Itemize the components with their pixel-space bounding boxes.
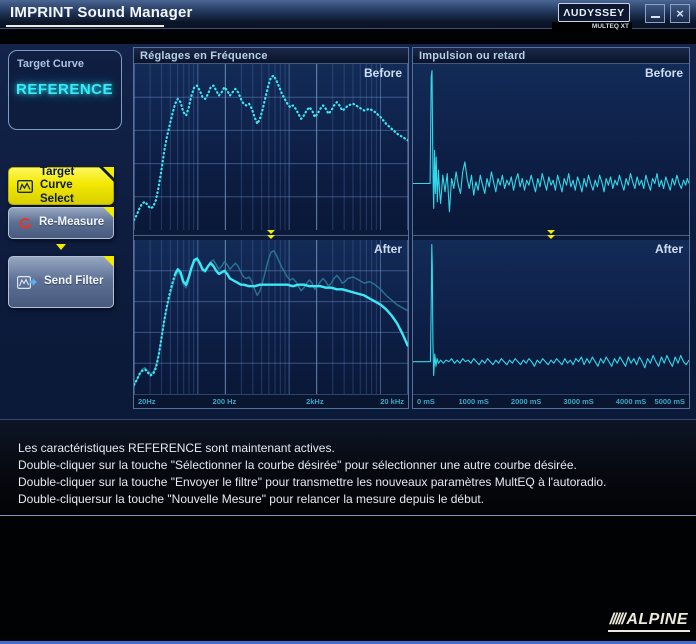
axis-tick: 3000 mS: [563, 397, 594, 406]
target-curve-select-label: Target Curve Select: [40, 166, 75, 205]
window-title: IMPRINT Sound Manager: [10, 4, 193, 21]
impulse-panel-title: Impulsion ou retard: [419, 49, 526, 62]
impulse-panel-header: Impulsion ou retard: [413, 48, 689, 64]
axis-tick: 2kHz: [306, 397, 324, 406]
send-filter-label: Send Filter: [44, 275, 104, 288]
down-arrow-icon: [56, 244, 66, 250]
titlebar: IMPRINT Sound Manager ΛUDYSSEY MULTEQ XT…: [0, 0, 696, 31]
frequency-panel-title: Réglages en Fréquence: [140, 49, 268, 62]
send-filter-button[interactable]: Send Filter: [8, 256, 114, 308]
main-content: Target Curve REFERENCE Target Curve Sele…: [0, 44, 696, 419]
impulse-before-chart: [413, 70, 689, 213]
axis-tick: 200 Hz: [212, 397, 237, 406]
close-icon: ×: [676, 6, 684, 21]
divider-arrows-icon: [267, 230, 275, 240]
frequency-after-label: After: [373, 242, 402, 256]
axis-tick: 0 mS: [417, 397, 435, 406]
message-area: Les caractéristiques REFERENCE sont main…: [0, 419, 696, 515]
impulse-after-chart: [413, 244, 689, 377]
close-button[interactable]: ×: [670, 4, 690, 23]
impulse-before-label: Before: [644, 66, 683, 80]
frequency-panel-header: Réglages en Fréquence: [134, 48, 408, 64]
re-measure-button[interactable]: Re-Measure: [8, 207, 114, 239]
frequency-panel: Réglages en Fréquence Before After 20Hz …: [133, 47, 409, 409]
title-underline: [6, 25, 164, 27]
multeq-xt-label: MULTEQ XT: [552, 22, 632, 31]
frequency-before-chart: [134, 64, 408, 230]
audyssey-logo-text: ΛUDYSSEY: [563, 6, 625, 19]
frequency-after-chart: [134, 240, 408, 394]
axis-tick: 4000 mS: [615, 397, 647, 406]
send-filter-icon: [17, 275, 37, 289]
impulse-axis: 0 mS 1000 mS 2000 mS 3000 mS 4000 mS 500…: [413, 394, 689, 408]
frequency-after-graph: After: [134, 240, 408, 394]
message-line: Double-cliquersur la touche "Nouvelle Me…: [18, 492, 485, 506]
re-measure-icon: [17, 217, 32, 230]
target-curve-value: REFERENCE: [16, 81, 114, 98]
alpine-logo: /////ALPINE: [607, 611, 690, 632]
axis-tick: 5000 mS: [654, 397, 685, 406]
message-line: Les caractéristiques REFERENCE sont main…: [18, 441, 335, 455]
alpine-stripes-icon: /////: [609, 611, 626, 628]
impulse-graph-divider: [413, 230, 689, 240]
minimize-icon: [650, 16, 660, 18]
impulse-after-graph: After: [413, 240, 689, 394]
target-curve-select-button[interactable]: Target Curve Select: [8, 166, 114, 205]
message-line: Double-cliquer sur la touche "Sélectionn…: [18, 458, 577, 472]
axis-tick: 20 kHz: [380, 397, 404, 406]
alpine-logo-text: ALPINE: [626, 611, 688, 628]
target-curve-icon: [17, 179, 33, 193]
imprint-sound-manager-window: IMPRINT Sound Manager ΛUDYSSEY MULTEQ XT…: [0, 0, 696, 644]
frequency-before-graph: Before: [134, 64, 408, 230]
audyssey-logo: ΛUDYSSEY: [558, 3, 630, 22]
impulse-panel: Impulsion ou retard Before After 0 mS 10…: [412, 47, 690, 409]
re-measure-label: Re-Measure: [39, 216, 105, 229]
axis-tick: 20Hz: [138, 397, 156, 406]
target-curve-box: Target Curve REFERENCE: [8, 50, 122, 130]
axis-tick: 1000 mS: [458, 397, 489, 406]
minimize-button[interactable]: [645, 4, 665, 23]
frequency-axis: 20Hz 200 Hz 2kHz 20 kHz: [134, 394, 408, 408]
axis-tick: 2000 mS: [510, 397, 542, 406]
frequency-before-label: Before: [363, 66, 402, 80]
message-line: Double-cliquer sur la touche "Envoyer le…: [18, 475, 607, 489]
divider-arrows-icon: [547, 230, 555, 240]
impulse-before-graph: Before: [413, 64, 689, 230]
footer: /////ALPINE: [0, 516, 696, 641]
frequency-graph-divider: [134, 230, 408, 240]
target-curve-label: Target Curve: [17, 58, 85, 70]
impulse-after-label: After: [654, 242, 683, 256]
